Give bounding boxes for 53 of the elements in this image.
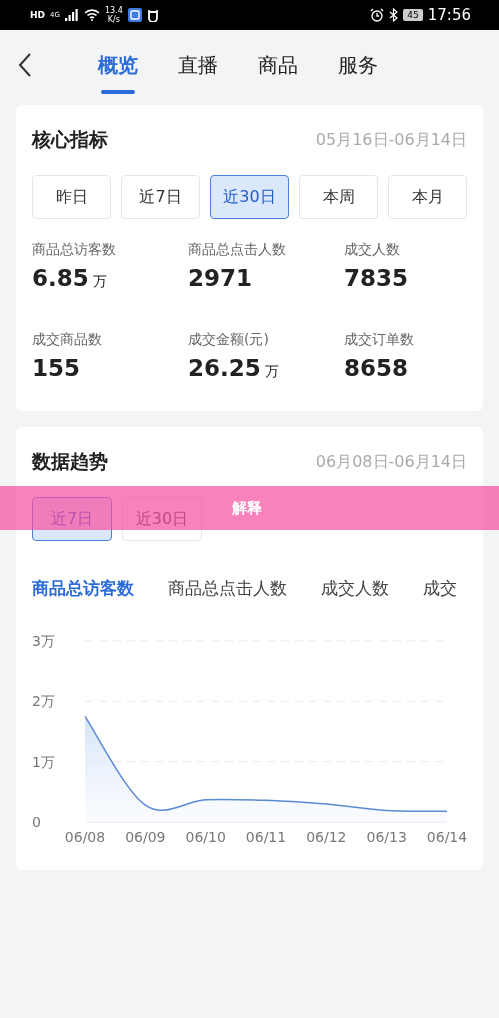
nav-tab[interactable]: 直播 xyxy=(178,51,218,79)
period-button[interactable]: 昨日 xyxy=(32,175,111,219)
nav-tab[interactable]: 概览 xyxy=(98,51,138,79)
card-title: 数据趋势 xyxy=(32,449,108,474)
metric-value: 6.85 xyxy=(32,265,89,291)
metric-tab[interactable]: 商品总访客数 xyxy=(32,577,134,600)
date-range: 05月16日-06月14日 xyxy=(315,129,467,151)
nav-tab[interactable]: 服务 xyxy=(338,51,378,79)
period-button[interactable]: 本周 xyxy=(299,175,378,219)
alarm-icon xyxy=(370,8,385,22)
metric-unit: 万 xyxy=(264,363,279,381)
clock: 17:56 xyxy=(427,6,471,24)
x-axis-label: 06/13 xyxy=(366,829,407,845)
battery-level: 45 xyxy=(403,9,423,21)
y-axis-label: 3万 xyxy=(32,633,55,649)
metric-label: 成交订单数 xyxy=(344,331,415,349)
x-axis-label: 06/09 xyxy=(125,829,166,845)
nav-tab[interactable]: 商品 xyxy=(258,51,298,79)
tab-indicator xyxy=(101,89,135,94)
app-icon xyxy=(127,8,142,22)
y-axis-label: 2万 xyxy=(32,693,55,710)
metric-tab[interactable]: 成交 xyxy=(423,577,457,600)
metric-label: 商品总访客数 xyxy=(32,241,117,259)
metric-label: 商品总点击人数 xyxy=(188,241,287,259)
metric-value: 8658 xyxy=(344,355,408,381)
metric-label: 成交商品数 xyxy=(32,331,103,349)
signal-icon xyxy=(64,9,79,21)
metric-value: 155 xyxy=(32,355,80,381)
status-indicator: HD xyxy=(30,10,45,20)
metric-tab[interactable]: 商品总点击人数 xyxy=(168,577,287,600)
x-axis-label: 06/08 xyxy=(64,829,106,845)
metric-value: 26.25 xyxy=(188,355,261,381)
network-speed: 13.4 K/s xyxy=(104,6,123,24)
metric-unit: 万 xyxy=(92,273,107,291)
bluetooth-icon xyxy=(389,8,399,22)
wifi-icon xyxy=(83,9,100,21)
metric-label: 成交人数 xyxy=(344,241,401,259)
card-title: 核心指标 xyxy=(32,127,108,152)
metric-value: 7835 xyxy=(344,265,408,291)
date-range: 06月08日-06月14日 xyxy=(315,451,467,473)
x-axis-label: 06/14 xyxy=(426,829,468,845)
metric-value: 2971 xyxy=(188,265,252,291)
y-axis-label: 1万 xyxy=(32,753,55,770)
x-axis-label: 06/12 xyxy=(306,829,347,845)
period-button[interactable]: 本月 xyxy=(388,175,467,219)
y-axis-label: 0 xyxy=(32,814,41,830)
x-axis-label: 06/10 xyxy=(185,829,226,845)
metric-tab[interactable]: 成交人数 xyxy=(321,577,389,600)
period-button[interactable]: 近30日 xyxy=(210,175,289,219)
cup-icon xyxy=(146,8,159,22)
x-axis-label: 06/11 xyxy=(245,829,287,845)
period-button[interactable]: 近7日 xyxy=(121,175,200,219)
metric-label: 成交金额(元) xyxy=(188,331,270,349)
